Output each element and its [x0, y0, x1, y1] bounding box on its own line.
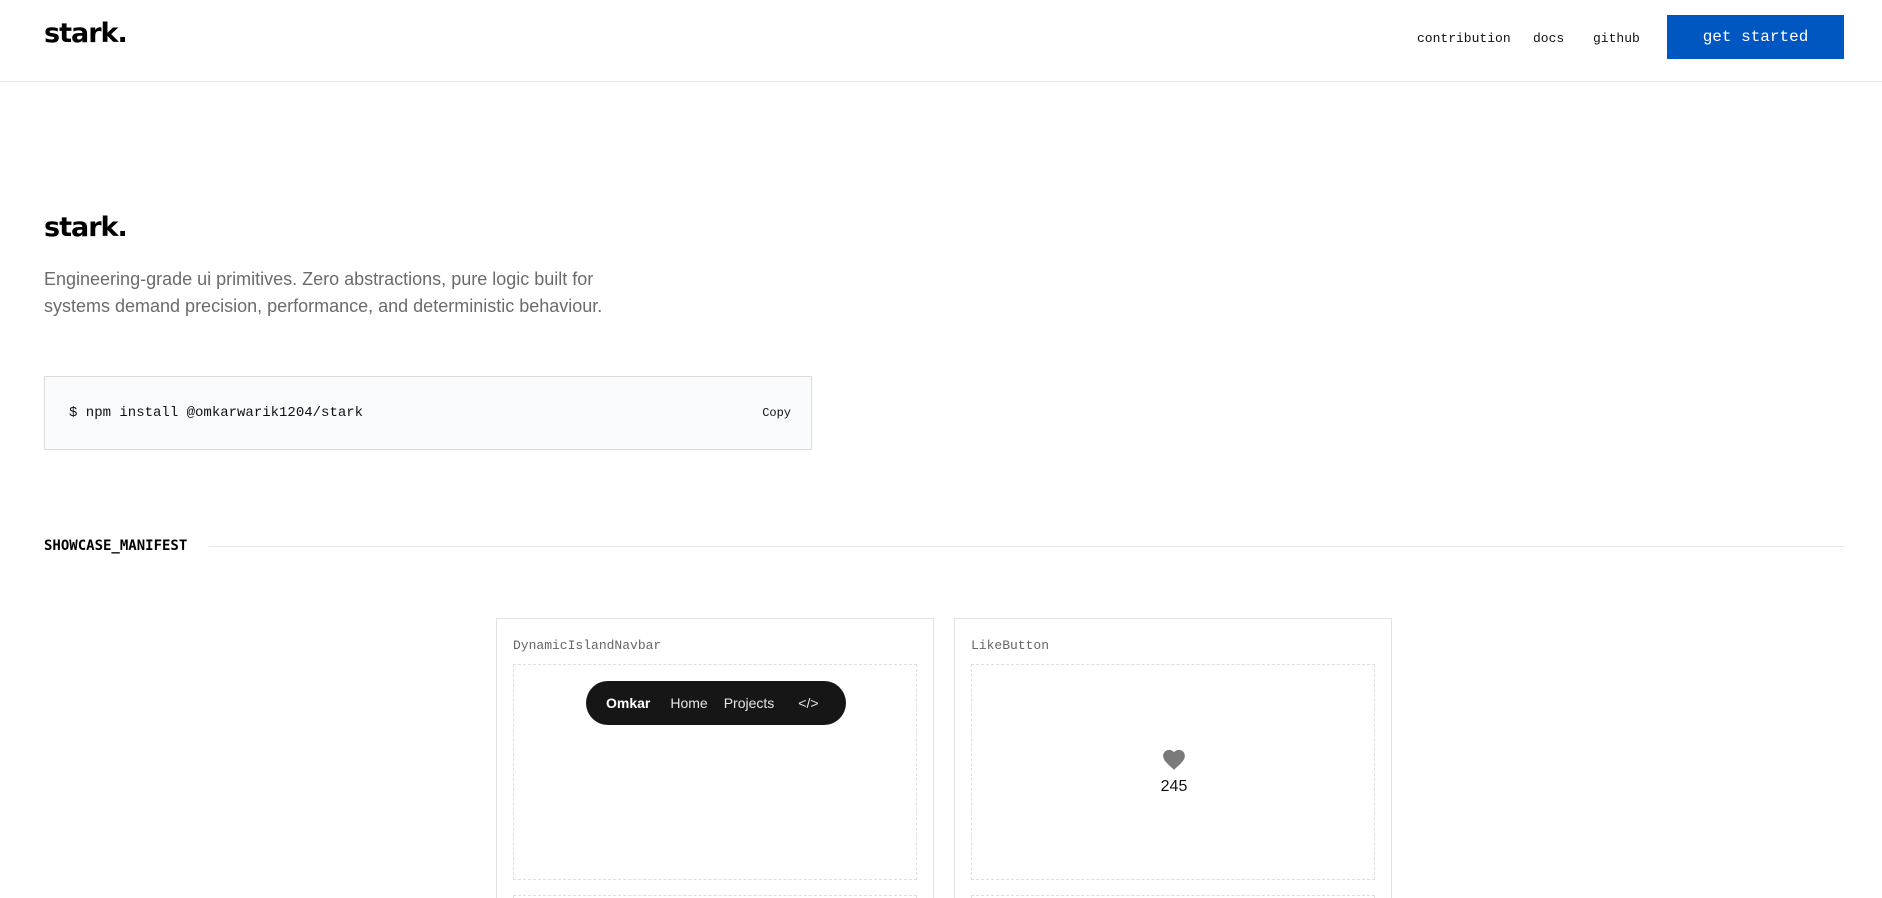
install-command-box: $ npm install @omkarwarik1204/stark Copy [44, 376, 812, 450]
like-button[interactable]: 245 [972, 747, 1376, 796]
logo[interactable]: stark. [44, 18, 128, 49]
component-preview: 245 [971, 664, 1375, 880]
like-count: 245 [1160, 778, 1188, 795]
install-command: $ npm install @omkarwarik1204/stark [69, 405, 364, 421]
card-title: LikeButton [971, 638, 1050, 653]
nav-link-docs[interactable]: docs [1533, 31, 1564, 46]
island-link-code[interactable]: </> [798, 695, 818, 711]
card-title: DynamicIslandNavbar [513, 638, 662, 653]
component-preview: Omkar Home Projects </> [513, 664, 917, 880]
hero-description: Engineering-grade ui primitives. Zero ab… [44, 269, 603, 316]
island-link-projects[interactable]: Projects [724, 695, 775, 711]
get-started-button[interactable]: get started [1667, 15, 1844, 59]
hero-title: stark. [44, 212, 128, 243]
section-heading: SHOWCASE_MANIFEST [44, 538, 188, 554]
section-divider [209, 546, 1844, 547]
dynamic-island-navbar: Omkar Home Projects </> [586, 681, 846, 725]
nav-link-github[interactable]: github [1593, 31, 1640, 46]
island-link-home[interactable]: Home [670, 695, 707, 711]
heart-icon [1163, 749, 1185, 770]
showcase-card-like-button: LikeButton 245 [954, 618, 1392, 898]
nav-link-contribution[interactable]: contribution [1417, 31, 1511, 46]
copy-button[interactable]: Copy [762, 406, 791, 420]
showcase-card-dynamic-island-navbar: DynamicIslandNavbar Omkar Home Projects … [496, 618, 934, 898]
top-navbar: stark. contribution docs github get star… [0, 0, 1882, 82]
island-brand[interactable]: Omkar [606, 695, 650, 711]
